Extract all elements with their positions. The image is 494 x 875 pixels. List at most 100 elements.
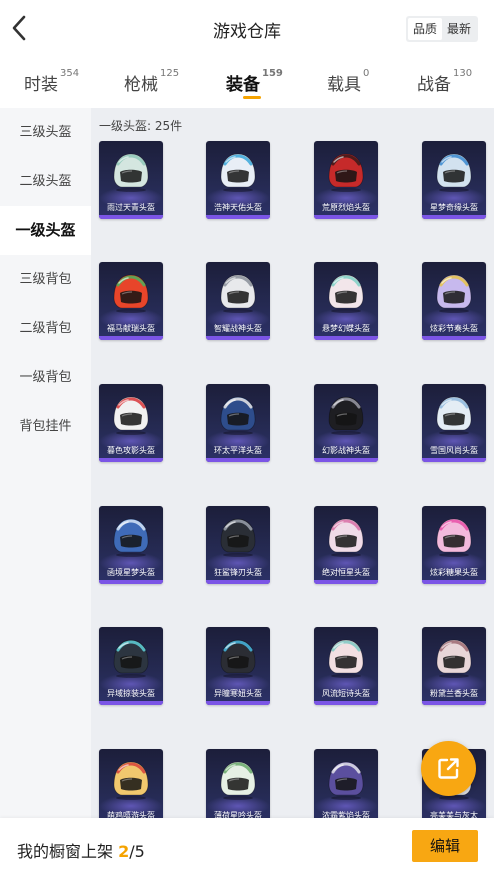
rarity-bar [314,215,378,219]
menu-item-level3-helmet[interactable]: 三级头盔 [0,108,91,157]
tab-fashion[interactable]: 时装354 [24,68,80,95]
tab-supplies[interactable]: 战备130 [417,68,472,95]
helmet-icon [220,153,256,192]
helmet-card[interactable]: 悬梦幻蝶头盔 [314,262,378,340]
helmet-name: 浩神天佑头盔 [214,203,262,212]
helmet-name: 异域掠装头盔 [107,689,155,698]
helmet-name: 环太平洋头盔 [214,446,262,455]
helmet-card[interactable]: 绝对恒星头盔 [314,506,378,584]
helmet-card[interactable]: 幻影战神头盔 [314,384,378,462]
helmet-name: 亮美美与灰太 [430,811,478,818]
tab-count: 159 [262,68,283,79]
helmet-icon [328,153,364,192]
share-button[interactable] [421,741,476,796]
rarity-bar [422,701,486,705]
edit-button[interactable]: 编辑 [412,830,478,862]
rarity-bar [99,215,163,219]
rarity-bar [422,458,486,462]
helmet-icon [436,153,472,192]
helmet-name: 荒原烈焰头盔 [322,203,370,212]
helmet-name: 雪国风尚头盔 [430,446,478,455]
helmet-card[interactable]: 炫彩节奏头盔 [422,262,486,340]
helmet-name: 萌鸡嘻游头盔 [107,811,155,818]
helmet-icon [113,274,149,313]
tab-label: 装备 [226,75,260,95]
item-grid: 一级头盔: 25件 雨过天青头盔 浩神天佑头盔 荒原烈焰头盔 星梦奇缘头盔福马献瑞头盔… [91,108,494,818]
rarity-bar [206,580,270,584]
bottom-bar: 我的橱窗上架 2/5 编辑 [0,818,494,875]
helmet-card[interactable]: 函境星梦头盔 [99,506,163,584]
rarity-bar [99,580,163,584]
helmet-card[interactable]: 暮色攻影头盔 [99,384,163,462]
helmet-card[interactable]: 异瞳寒妞头盔 [206,627,270,705]
menu-item-backpack-pendant[interactable]: 背包挂件 [0,402,91,451]
menu-item-level1-helmet[interactable]: 一级头盔 [0,206,91,255]
menu-item-level1-backpack[interactable]: 一级背包 [0,353,91,402]
helmet-card[interactable]: 浓霜紫焰头盔 [314,749,378,818]
rarity-bar [206,336,270,340]
tab-equipment[interactable]: 装备159 [226,68,283,99]
helmet-icon [436,518,472,557]
helmet-card[interactable]: 星梦奇缘头盔 [422,141,486,219]
sort-quality-button[interactable]: 品质 [407,18,442,40]
helmet-card[interactable]: 萌鸡嘻游头盔 [99,749,163,818]
rarity-bar [206,215,270,219]
helmet-name: 绝对恒星头盔 [322,568,370,577]
subcategory-menu: 三级头盔 二级头盔 一级头盔 三级背包 二级背包 一级背包 背包挂件 [0,108,91,818]
rarity-bar [314,336,378,340]
helmet-icon [328,639,364,678]
share-icon [438,758,459,779]
menu-item-level3-backpack[interactable]: 三级背包 [0,255,91,304]
helmet-name: 悬梦幻蝶头盔 [322,324,370,333]
helmet-icon [220,396,256,435]
category-tabs: 时装354 枪械125 装备159 载具0 战备130 [0,58,494,106]
showcase-status: 我的橱窗上架 2/5 [17,838,145,862]
helmet-card[interactable]: 雨过天青头盔 [99,141,163,219]
rarity-bar [314,580,378,584]
helmet-name: 薄荷星吟头盔 [214,811,262,818]
helmet-icon [436,639,472,678]
rarity-bar [206,458,270,462]
menu-item-level2-backpack[interactable]: 二级背包 [0,304,91,353]
helmet-icon [113,153,149,192]
helmet-card[interactable]: 智耀战神头盔 [206,262,270,340]
helmet-card[interactable]: 薄荷星吟头盔 [206,749,270,818]
tab-count: 354 [60,68,80,79]
helmet-card[interactable]: 福马献瑞头盔 [99,262,163,340]
rarity-bar [99,336,163,340]
rarity-bar [206,701,270,705]
helmet-card[interactable]: 炫彩糖果头盔 [422,506,486,584]
helmet-card[interactable]: 异域掠装头盔 [99,627,163,705]
tab-vehicles[interactable]: 载具0 [327,68,369,95]
helmet-icon [328,761,364,800]
helmet-name: 狂鲨锋刃头盔 [214,568,262,577]
header: 游戏仓库 品质 最新 [0,0,494,58]
helmet-icon [113,761,149,800]
helmet-card[interactable]: 浩神天佑头盔 [206,141,270,219]
helmet-card[interactable]: 雪国风尚头盔 [422,384,486,462]
helmet-card[interactable]: 风流短诗头盔 [314,627,378,705]
tab-guns[interactable]: 枪械125 [124,68,180,95]
rarity-bar [99,458,163,462]
helmet-icon [328,274,364,313]
helmet-name: 星梦奇缘头盔 [430,203,478,212]
tab-label: 载具 [327,75,361,95]
tab-count: 125 [160,68,180,79]
helmet-name: 暮色攻影头盔 [107,446,155,455]
helmet-icon [220,518,256,557]
rarity-bar [99,701,163,705]
helmet-icon [436,396,472,435]
helmet-name: 函境星梦头盔 [107,568,155,577]
helmet-icon [220,274,256,313]
helmet-icon [113,518,149,557]
helmet-card[interactable]: 环太平洋头盔 [206,384,270,462]
menu-item-level2-helmet[interactable]: 二级头盔 [0,157,91,206]
helmet-card[interactable]: 荒原烈焰头盔 [314,141,378,219]
sort-toggle: 品质 最新 [405,16,478,42]
showcase-label: 我的橱窗上架 [17,842,114,861]
section-label: 一级头盔: 25件 [99,119,183,133]
rarity-bar [422,580,486,584]
helmet-card[interactable]: 狂鲨锋刃头盔 [206,506,270,584]
sort-newest-button[interactable]: 最新 [442,18,476,40]
helmet-card[interactable]: 粉黛兰香头盔 [422,627,486,705]
